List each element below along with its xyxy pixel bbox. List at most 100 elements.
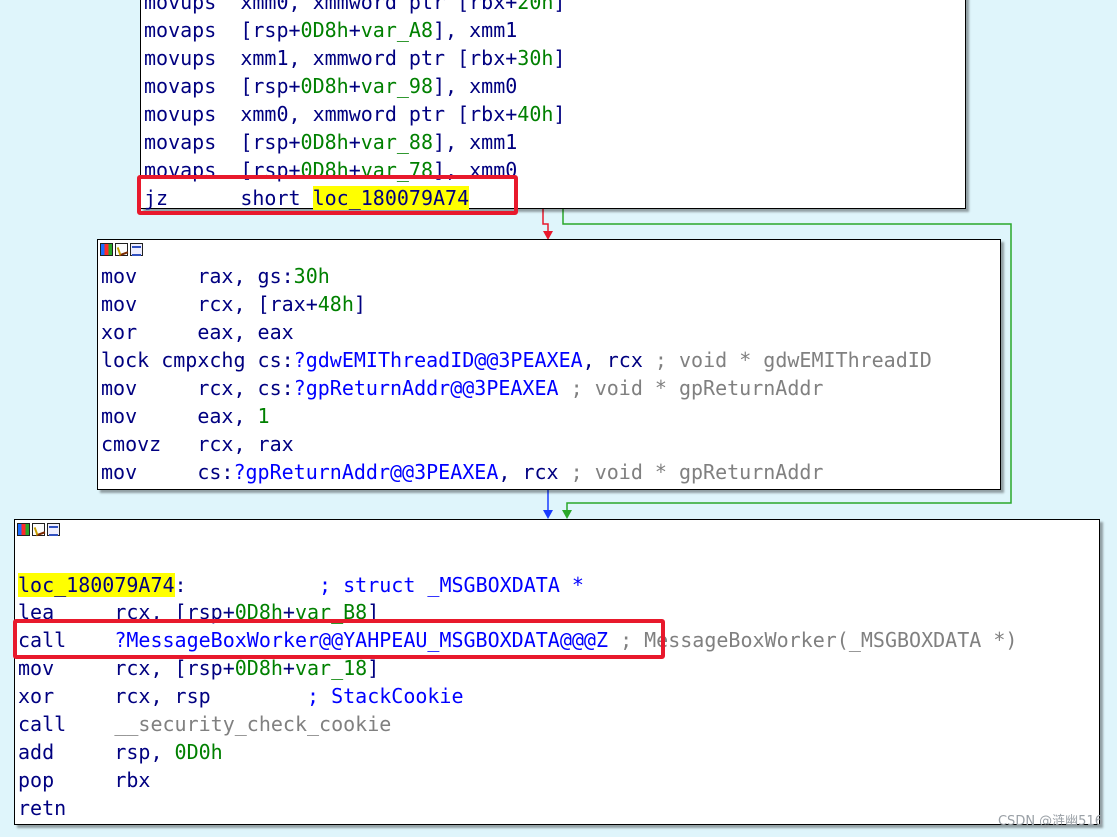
asm-line[interactable]: movups xmm0, xmmword ptr [rbx+40h] <box>144 100 565 128</box>
asm-operand: eax, eax <box>197 320 294 344</box>
asm-operand: , rcx <box>498 460 571 484</box>
asm-operand: , rcx <box>582 348 655 372</box>
asm-comment[interactable]: ?gdwEMIThreadID@@3PEAXEA <box>294 348 583 372</box>
asm-operand: [rsp+ <box>240 74 301 98</box>
asm-mnemonic: retn <box>18 796 67 820</box>
asm-operand: ], xmm0 <box>433 158 518 182</box>
asm-mnemonic: movups <box>144 46 217 70</box>
asm-line[interactable]: call __security_check_cookie <box>18 710 391 738</box>
asm-comment: ; void * gpReturnAddr <box>570 460 824 484</box>
asm-mnemonic: call <box>18 712 67 736</box>
asm-operand: eax, <box>197 404 258 428</box>
asm-line[interactable]: movups xmm1, xmmword ptr [rbx+30h] <box>144 44 565 72</box>
asm-operand: var_A8 <box>360 18 434 42</box>
asm-operand: cs: <box>257 348 294 372</box>
asm-line[interactable]: movaps [rsp+0D8h+var_A8], xmm1 <box>144 16 517 44</box>
asm-mnemonic: lock cmpxchg <box>101 348 258 372</box>
color-icon[interactable] <box>17 522 30 536</box>
edge-true-arrowhead <box>562 510 572 519</box>
asm-operand: xmm0, xmmword ptr [rbx+ <box>240 0 518 14</box>
node-header <box>15 520 1099 538</box>
asm-operand: 0D8h <box>300 130 349 154</box>
asm-line[interactable]: retn <box>18 794 114 822</box>
asm-line[interactable]: xor eax, eax <box>101 318 294 346</box>
asm-mnemonic: movups <box>144 0 217 14</box>
asm-operand: rcx, rax <box>197 432 294 456</box>
asm-mnemonic: mov <box>101 404 138 428</box>
asm-operand: 0D8h <box>234 600 283 624</box>
asm-line[interactable]: mov rax, gs:30h <box>101 262 330 290</box>
asm-operand: rcx, rsp <box>114 684 307 708</box>
asm-operand: var_78 <box>360 158 434 182</box>
loc-label[interactable]: loc_180079A74 <box>18 573 175 597</box>
code-block-1[interactable]: movups xmm0, xmmword ptr [rbx+20h] movaps[… <box>140 0 966 212</box>
asm-line[interactable]: jz short loc_180079A74 <box>144 184 470 212</box>
asm-line[interactable]: mov rcx, cs:?gpReturnAddr@@3PEAXEA ; void… <box>101 374 823 402</box>
asm-line[interactable]: mov rcx, [rax+48h] <box>101 290 366 318</box>
code-block-3[interactable]: loc_180079A74: ; struct _MSGBOXDATA * le… <box>14 519 1100 825</box>
asm-operand: ] <box>553 102 566 126</box>
rename-icon[interactable] <box>32 522 45 536</box>
asm-operand: 0D8h <box>300 18 349 42</box>
color-icon[interactable] <box>100 242 113 256</box>
asm-line[interactable]: mov rcx, [rsp+0D8h+var_18] <box>18 654 379 682</box>
asm-operand: var_98 <box>360 74 434 98</box>
asm-line[interactable]: lock cmpxchg cs:?gdwEMIThreadID@@3PEAXEA… <box>101 346 932 374</box>
jump-target-label[interactable]: loc_180079A74 <box>312 186 470 210</box>
asm-operand: var_88 <box>360 130 434 154</box>
xref-icon[interactable] <box>47 522 60 536</box>
asm-operand: 0D0h <box>174 740 223 764</box>
asm-line[interactable]: movups xmm0, xmmword ptr [rbx+20h] <box>144 0 565 16</box>
asm-operand: ] <box>353 292 366 316</box>
asm-operand <box>608 628 620 652</box>
asm-line[interactable]: cmovz rcx, rax <box>101 430 294 458</box>
xref-icon[interactable] <box>130 242 143 256</box>
asm-operand: [rsp+ <box>240 158 301 182</box>
node-header <box>98 240 1000 258</box>
asm-mnemonic: mov <box>101 460 138 484</box>
asm-line[interactable]: movaps [rsp+0D8h+var_98], xmm0 <box>144 72 517 100</box>
asm-operand: rax, gs: <box>197 264 294 288</box>
asm-mnemonic: mov <box>18 656 55 680</box>
asm-operand: rcx, [rsp+ <box>114 656 235 680</box>
asm-operand: var_18 <box>294 656 368 680</box>
asm-operand: xmm1, xmmword ptr [rbx+ <box>240 46 518 70</box>
asm-mnemonic: add <box>18 740 55 764</box>
asm-mnemonic: movaps <box>144 18 217 42</box>
asm-operand: ], xmm1 <box>433 130 518 154</box>
asm-line[interactable]: pop rbx <box>18 766 150 794</box>
asm-comment[interactable]: ?gpReturnAddr@@3PEAXEA <box>294 376 559 400</box>
asm-mnemonic: movaps <box>144 158 217 182</box>
asm-line[interactable]: call ?MessageBoxWorker@@YAHPEAU_MSGBOXDAT… <box>18 626 1017 654</box>
edge-false-branch <box>542 209 549 233</box>
asm-line[interactable]: lea rcx, [rsp+0D8h+var_B8] <box>18 598 379 626</box>
asm-operand <box>559 376 571 400</box>
asm-line[interactable]: mov cs:?gpReturnAddr@@3PEAXEA, rcx ; void… <box>101 458 823 486</box>
asm-operand: [rsp+ <box>240 18 301 42</box>
asm-line[interactable]: movaps [rsp+0D8h+var_88], xmm1 <box>144 128 517 156</box>
asm-comment: ; MessageBoxWorker(_MSGBOXDATA *) <box>620 628 1018 652</box>
asm-comment[interactable]: ?MessageBoxWorker@@YAHPEAU_MSGBOXDATA@@@… <box>114 628 608 652</box>
asm-operand: + <box>348 18 361 42</box>
asm-operand: short <box>240 186 313 210</box>
asm-operand: rsp, <box>114 740 175 764</box>
label-comment: ; struct _MSGBOXDATA * <box>319 573 584 597</box>
asm-operand: 0D8h <box>300 74 349 98</box>
asm-line[interactable]: add rsp, 0D0h <box>18 738 223 766</box>
rename-icon[interactable] <box>115 242 128 256</box>
asm-line[interactable]: mov eax, 1 <box>101 402 270 430</box>
asm-operand: 0D8h <box>234 656 283 680</box>
watermark: CSDN @涟幽516 <box>997 814 1103 829</box>
asm-operand: rcx, cs: <box>197 376 294 400</box>
asm-comment: ; void * gdwEMIThreadID <box>654 348 932 372</box>
asm-mnemonic: lea <box>18 600 55 624</box>
asm-mnemonic: pop <box>18 768 55 792</box>
asm-operand: ] <box>553 0 566 14</box>
asm-comment[interactable]: ; StackCookie <box>307 684 464 708</box>
asm-mnemonic: mov <box>101 292 138 316</box>
asm-operand: rbx <box>114 768 151 792</box>
code-block-2[interactable]: mov rax, gs:30h mov rcx, [rax+48h] xor eax, e… <box>97 239 1001 490</box>
asm-line[interactable]: xor rcx, rsp ; StackCookie <box>18 682 464 710</box>
asm-line[interactable]: movaps [rsp+0D8h+var_78], xmm0 <box>144 156 517 184</box>
asm-comment[interactable]: ?gpReturnAddr@@3PEAXEA <box>233 460 498 484</box>
